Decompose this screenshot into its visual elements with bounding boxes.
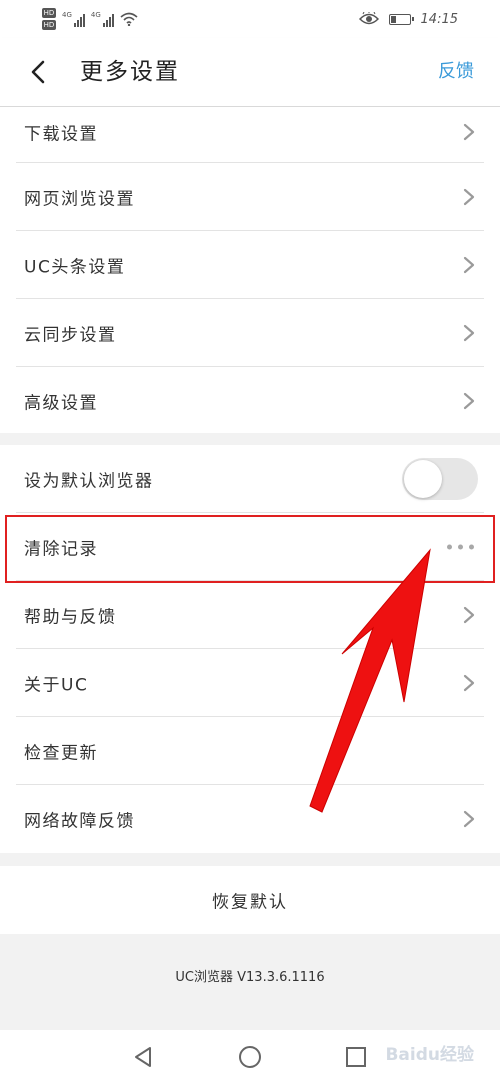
restore-group: 恢复默认 (0, 866, 500, 934)
row-label: UC头条设置 (24, 257, 126, 278)
triangle-back-icon (135, 1047, 151, 1067)
nav-recent-button[interactable] (341, 1042, 371, 1072)
row-label: 检查更新 (24, 743, 98, 764)
row-web-browsing-settings[interactable]: 网页浏览设置 (0, 163, 500, 231)
chevron-right-icon (463, 606, 475, 624)
page-title: 更多设置 (80, 59, 180, 85)
settings-group-1: 下载设置 网页浏览设置 UC头条设置 云同步设置 高级设置 (0, 107, 500, 433)
row-uc-headlines-settings[interactable]: UC头条设置 (0, 231, 500, 299)
back-button[interactable] (20, 54, 56, 90)
chevron-right-icon (463, 188, 475, 206)
chevron-left-icon (31, 60, 45, 84)
row-label: 清除记录 (24, 539, 98, 560)
row-check-update[interactable]: 检查更新 (0, 717, 500, 785)
chevron-right-icon (463, 392, 475, 410)
row-label: 云同步设置 (24, 325, 117, 346)
nav-home-button[interactable] (235, 1042, 265, 1072)
status-bar: HD HD 4G 4G 14:15 (0, 0, 500, 38)
watermark-logo: Baidu经验 (385, 1045, 474, 1065)
row-help-feedback[interactable]: 帮助与反馈 (0, 581, 500, 649)
battery-icon (388, 13, 414, 25)
chevron-right-icon (463, 256, 475, 274)
app-header: 更多设置 反馈 (0, 38, 500, 107)
square-recent-icon (346, 1047, 366, 1067)
status-right: 14:15 (358, 8, 458, 30)
eye-comfort-icon (358, 12, 379, 25)
chevron-right-icon (463, 810, 475, 828)
row-network-fault-feedback[interactable]: 网络故障反馈 (0, 785, 500, 853)
row-label: 关于UC (24, 675, 89, 696)
sim-badges: HD HD (42, 8, 56, 30)
row-advanced-settings[interactable]: 高级设置 (0, 367, 500, 435)
row-label: 设为默认浏览器 (24, 471, 154, 492)
restore-defaults-button[interactable]: 恢复默认 (0, 866, 500, 934)
more-dots-icon (447, 544, 474, 550)
row-clear-records[interactable]: 清除记录 (0, 513, 500, 581)
toggle-knob (404, 460, 442, 498)
status-left: HD HD 4G 4G (42, 6, 138, 32)
wifi-icon (120, 12, 138, 26)
status-time: 14:15 (420, 11, 458, 27)
row-label: 高级设置 (24, 393, 98, 414)
row-label: 网络故障反馈 (24, 811, 135, 832)
signal-icon-2: 4G (91, 11, 114, 27)
network-type-2: 4G (90, 11, 101, 19)
row-label: 网页浏览设置 (24, 189, 135, 210)
chevron-right-icon (463, 674, 475, 692)
row-set-default-browser: 设为默认浏览器 (0, 445, 500, 513)
chevron-right-icon (463, 123, 475, 140)
row-download-settings[interactable]: 下载设置 (0, 107, 500, 163)
default-browser-toggle[interactable] (402, 458, 478, 500)
sim1-badge: HD (42, 8, 56, 18)
chevron-right-icon (463, 324, 475, 342)
row-label: 帮助与反馈 (24, 607, 117, 628)
version-text: UC浏览器 V13.3.6.1116 (175, 970, 325, 985)
circle-home-icon (239, 1046, 261, 1068)
row-cloud-sync-settings[interactable]: 云同步设置 (0, 299, 500, 367)
nav-back-button[interactable] (128, 1042, 158, 1072)
row-label: 下载设置 (24, 124, 98, 145)
settings-group-2: 设为默认浏览器 清除记录 帮助与反馈 关于UC 检查更新 网络故障反馈 (0, 445, 500, 853)
signal-icon-1: 4G (62, 11, 85, 27)
network-type-1: 4G (62, 11, 72, 19)
restore-defaults-label: 恢复默认 (212, 892, 288, 913)
feedback-link[interactable]: 反馈 (438, 58, 474, 86)
sim2-badge: HD (42, 20, 56, 30)
row-about-uc[interactable]: 关于UC (0, 649, 500, 717)
